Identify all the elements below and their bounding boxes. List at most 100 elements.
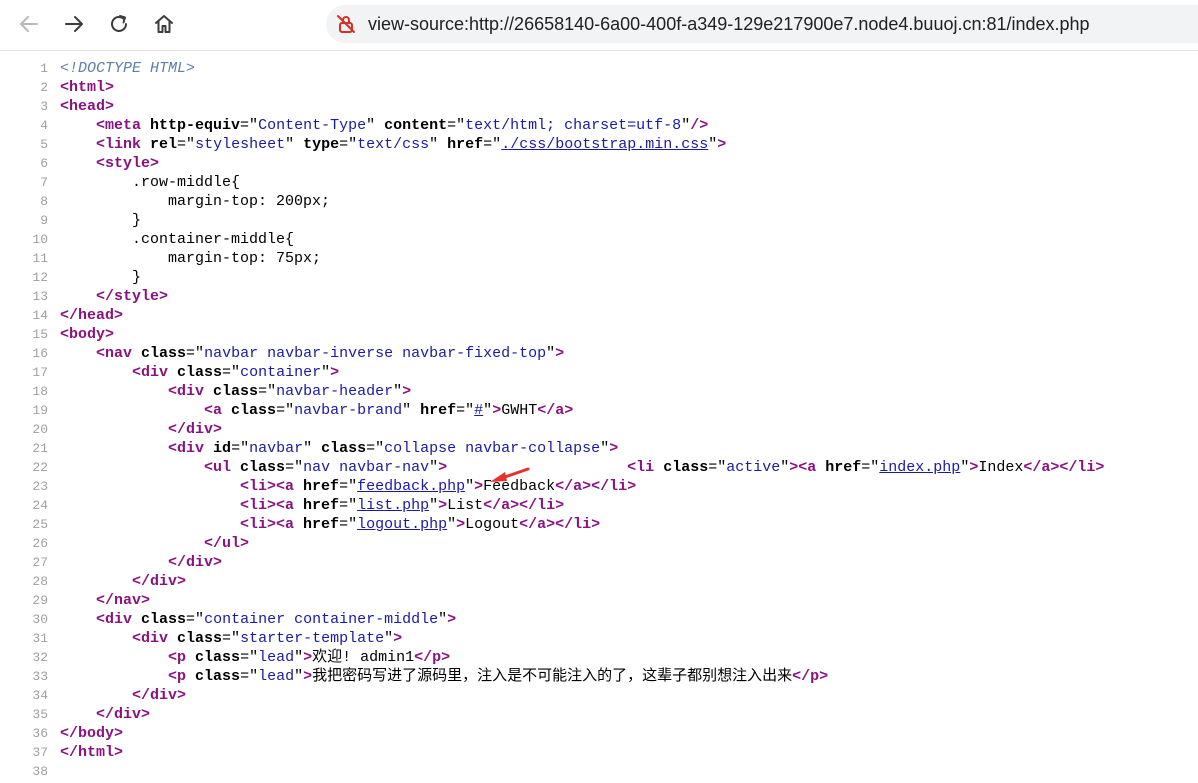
line-number: 17 bbox=[32, 365, 48, 380]
source-token: " bbox=[960, 459, 970, 476]
line-number: 18 bbox=[32, 384, 48, 399]
source-token: class bbox=[231, 402, 277, 419]
source-token: =" bbox=[366, 440, 385, 457]
source-token: <link bbox=[96, 136, 151, 153]
source-token: > bbox=[438, 497, 448, 514]
forward-button[interactable] bbox=[56, 6, 92, 42]
source-token: > bbox=[303, 668, 313, 685]
source-token: " bbox=[546, 345, 556, 362]
not-secure-icon[interactable] bbox=[336, 14, 356, 34]
reload-icon bbox=[111, 15, 127, 32]
source-line: 24 <li><a href="list.php">List</a></li> bbox=[0, 496, 1198, 515]
line-number: 8 bbox=[40, 194, 48, 209]
source-line: 35 </div> bbox=[0, 705, 1198, 724]
source-token bbox=[60, 440, 168, 457]
source-token: nav navbar-nav bbox=[303, 459, 430, 476]
source-text: </div> bbox=[60, 686, 186, 705]
source-token: .container-middle{ bbox=[60, 231, 295, 248]
source-line: 2 <html> bbox=[0, 78, 1198, 97]
source-token: <p bbox=[168, 649, 196, 666]
source-text: <!DOCTYPE HTML> bbox=[60, 59, 195, 78]
source-token: </div> bbox=[132, 573, 187, 590]
source-token bbox=[60, 554, 168, 571]
source-token: href bbox=[303, 478, 340, 495]
forward-icon bbox=[65, 16, 83, 32]
source-token: class bbox=[240, 459, 286, 476]
source-token: <div bbox=[168, 440, 214, 457]
source-link[interactable]: feedback.php bbox=[357, 478, 465, 495]
line-number: 2 bbox=[40, 80, 48, 95]
source-token: " bbox=[465, 478, 475, 495]
source-token bbox=[60, 611, 96, 628]
source-token: =" bbox=[240, 117, 259, 134]
source-token: =" bbox=[339, 478, 358, 495]
source-token: " bbox=[681, 117, 691, 134]
source-token: " bbox=[438, 611, 448, 628]
source-text: </div> bbox=[60, 553, 222, 572]
source-token: class bbox=[177, 630, 223, 647]
source-token: .row-middle{ bbox=[60, 174, 241, 191]
source-token: navbar-brand bbox=[294, 402, 403, 419]
line-number: 3 bbox=[40, 99, 48, 114]
source-token bbox=[60, 421, 168, 438]
source-token: margin-top: 200px; bbox=[60, 193, 331, 210]
source-token bbox=[447, 459, 627, 476]
line-number: 35 bbox=[32, 707, 48, 722]
address-bar[interactable]: view-source:http://26658140-6a00-400f-a3… bbox=[326, 5, 1198, 43]
source-token: <ul bbox=[204, 459, 241, 476]
source-text: } bbox=[60, 211, 141, 230]
source-token: <div bbox=[168, 383, 214, 400]
source-line: 16 <nav class="navbar navbar-inverse nav… bbox=[0, 344, 1198, 363]
red-arrow-icon bbox=[490, 467, 530, 482]
source-token: > bbox=[447, 611, 457, 628]
source-line: 6 <style> bbox=[0, 154, 1198, 173]
source-token bbox=[60, 345, 96, 362]
source-token: </p> bbox=[792, 668, 829, 685]
line-number: 29 bbox=[32, 593, 48, 608]
source-token: lead bbox=[258, 649, 295, 666]
source-text: <body> bbox=[60, 325, 114, 344]
source-line: 15 <body> bbox=[0, 325, 1198, 344]
source-token: > bbox=[402, 383, 412, 400]
source-token bbox=[60, 155, 96, 172]
source-token: =" bbox=[339, 497, 358, 514]
source-token: </html> bbox=[60, 744, 124, 761]
source-token: </a></li> bbox=[555, 478, 637, 495]
source-token: " bbox=[483, 402, 493, 419]
source-line: 10 .container-middle{ bbox=[0, 230, 1198, 249]
source-token: </body> bbox=[60, 725, 124, 742]
source-line: 36 </body> bbox=[0, 724, 1198, 743]
line-number: 13 bbox=[32, 289, 48, 304]
source-token: =" bbox=[177, 136, 196, 153]
source-link[interactable]: # bbox=[474, 402, 483, 419]
source-line: 21 <div id="navbar" class="collapse navb… bbox=[0, 439, 1198, 458]
source-token: <!DOCTYPE HTML> bbox=[60, 60, 196, 77]
source-token: ><a bbox=[789, 459, 826, 476]
source-token bbox=[60, 478, 240, 495]
source-line: 28 </div> bbox=[0, 572, 1198, 591]
source-line: 19 <a class="navbar-brand" href="#">GWHT… bbox=[0, 401, 1198, 420]
source-text: </nav> bbox=[60, 591, 150, 610]
source-token: <div bbox=[96, 611, 142, 628]
url-text[interactable]: view-source:http://26658140-6a00-400f-a3… bbox=[368, 5, 1090, 43]
source-link[interactable]: ./css/bootstrap.min.css bbox=[501, 136, 708, 153]
source-text: </body> bbox=[60, 724, 123, 743]
source-token bbox=[60, 383, 168, 400]
source-token: =" bbox=[456, 402, 475, 419]
source-token bbox=[60, 649, 168, 666]
source-token: =" bbox=[339, 136, 358, 153]
source-token: collapse navbar-collapse bbox=[384, 440, 601, 457]
source-link[interactable]: index.php bbox=[879, 459, 960, 476]
source-token: <li><a bbox=[240, 478, 304, 495]
back-button[interactable] bbox=[11, 6, 47, 42]
home-button[interactable] bbox=[146, 6, 182, 42]
source-link[interactable]: list.php bbox=[357, 497, 429, 514]
source-text: </head> bbox=[60, 306, 123, 325]
source-token: class bbox=[177, 364, 223, 381]
source-token: " bbox=[708, 136, 718, 153]
reload-button[interactable] bbox=[101, 6, 137, 42]
line-number: 12 bbox=[32, 270, 48, 285]
line-number: 27 bbox=[32, 555, 48, 570]
source-link[interactable]: logout.php bbox=[357, 516, 447, 533]
source-token: > bbox=[456, 516, 466, 533]
